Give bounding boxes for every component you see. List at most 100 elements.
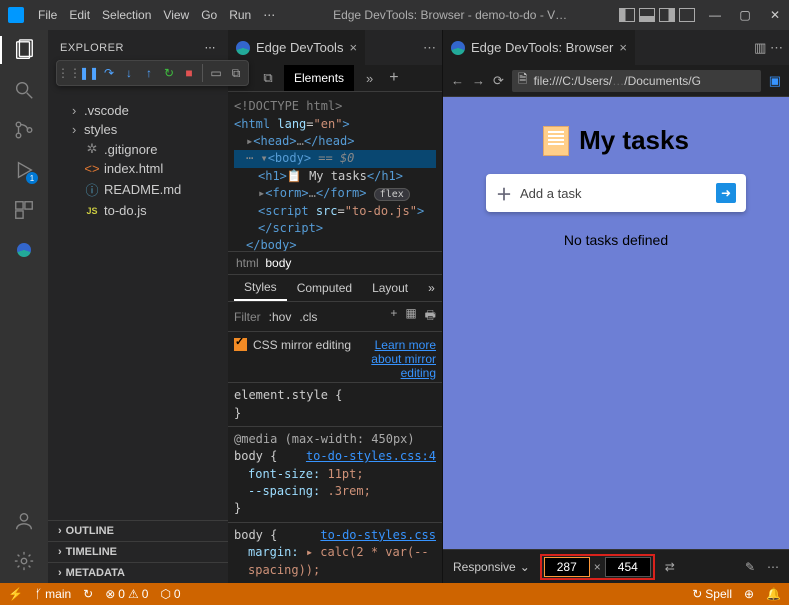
close-icon[interactable]: × xyxy=(349,40,357,55)
spell-indicator[interactable]: ↻ Spell xyxy=(692,587,732,601)
layout-controls[interactable] xyxy=(619,8,695,22)
color-picker-icon[interactable]: ✎ xyxy=(745,560,755,574)
debug-stop-icon[interactable]: ■ xyxy=(180,64,198,82)
file-readme[interactable]: ⓘREADME.md xyxy=(52,178,224,201)
file-index-html[interactable]: <>index.html xyxy=(52,159,224,178)
file-gitignore[interactable]: ✲.gitignore xyxy=(52,139,224,159)
source-link[interactable]: to-do-styles.css xyxy=(320,527,436,544)
mirror-label: CSS mirror editing xyxy=(253,338,351,352)
flexbox-icon[interactable]: ▦ xyxy=(405,306,416,327)
debug-step-out-icon[interactable]: ↑ xyxy=(140,64,158,82)
extensions-icon[interactable] xyxy=(12,198,36,222)
account-icon[interactable] xyxy=(12,509,36,533)
source-control-icon[interactable] xyxy=(12,118,36,142)
section-timeline[interactable]: ›TIMELINE xyxy=(48,541,228,562)
rotate-icon[interactable]: ⇄ xyxy=(665,560,675,574)
url-bar[interactable]: 🗎 file:///C:/Users/…/Documents/G xyxy=(512,70,761,92)
menu-file[interactable]: File xyxy=(32,8,63,22)
toolbar-more-icon[interactable]: ⋯ xyxy=(767,560,779,574)
edge-tab-icon xyxy=(451,41,465,55)
tab-overflow-icon[interactable]: ⋯ xyxy=(423,40,442,56)
mirror-checkbox[interactable] xyxy=(234,338,247,351)
filter-label[interactable]: Filter xyxy=(234,310,261,324)
folder-styles[interactable]: ›styles xyxy=(52,120,224,139)
explorer-more-icon[interactable]: ⋯ xyxy=(205,41,217,54)
css-body-rule[interactable]: body {to-do-styles.css margin: ▸ calc(2 … xyxy=(228,522,442,583)
layout-icon[interactable] xyxy=(639,8,655,22)
debug-toolbar[interactable]: ⋮⋮ ❚❚ ↷ ↓ ↑ ↻ ■ ▭ ⧉ xyxy=(56,60,249,86)
section-outline[interactable]: ›OUTLINE xyxy=(48,520,228,541)
back-icon[interactable]: ← xyxy=(451,73,464,88)
menu-selection[interactable]: Selection xyxy=(96,8,157,22)
clipboard-icon xyxy=(543,126,569,156)
debug-inspect-icon[interactable]: ▭ xyxy=(207,64,225,82)
open-devtools-icon[interactable]: ▣ xyxy=(769,73,781,89)
forward-icon[interactable]: → xyxy=(472,73,485,88)
run-debug-icon[interactable]: 1 xyxy=(12,158,36,182)
settings-icon[interactable] xyxy=(12,549,36,573)
debug-screencast-icon[interactable]: ⧉ xyxy=(227,64,245,82)
debug-drag-icon[interactable]: ⋮⋮ xyxy=(60,64,78,82)
empty-state: No tasks defined xyxy=(564,232,668,248)
tab-layout[interactable]: Layout xyxy=(362,275,418,301)
page-heading: My tasks xyxy=(543,125,689,156)
hov-toggle[interactable]: :hov xyxy=(269,310,292,324)
menu-run[interactable]: Run xyxy=(223,8,257,22)
reload-icon[interactable]: ⟳ xyxy=(493,73,504,89)
elements-tab[interactable]: Elements xyxy=(284,65,354,91)
source-link[interactable]: to-do-styles.css:4 xyxy=(306,448,436,465)
layout-icon[interactable] xyxy=(679,8,695,22)
add-task-placeholder: Add a task xyxy=(520,186,581,201)
tab-styles[interactable]: Styles xyxy=(234,275,287,301)
branch-indicator[interactable]: ᚶ main xyxy=(35,587,71,601)
mirror-link[interactable]: Learn more about mirror editing xyxy=(371,338,436,380)
layout-icon[interactable] xyxy=(659,8,675,22)
tab-computed[interactable]: Computed xyxy=(287,275,362,301)
close-icon[interactable]: × xyxy=(619,40,627,55)
dom-tree[interactable]: <!DOCTYPE html> <html lang="en"> ▸<head>… xyxy=(228,92,442,251)
breadcrumb[interactable]: html body xyxy=(228,251,442,274)
menu-go[interactable]: Go xyxy=(195,8,223,22)
height-input[interactable] xyxy=(605,557,651,577)
file-todo-js[interactable]: JSto-do.js xyxy=(52,201,224,220)
layout-icon[interactable] xyxy=(619,8,635,22)
debug-restart-icon[interactable]: ↻ xyxy=(160,64,178,82)
edge-icon[interactable] xyxy=(12,238,36,262)
explorer-icon[interactable] xyxy=(12,38,36,62)
menu-overflow[interactable]: ⋯ xyxy=(257,8,281,22)
bell-icon[interactable]: 🔔 xyxy=(766,587,781,601)
device-icon[interactable]: ⧉ xyxy=(258,68,278,88)
css-element-style[interactable]: element.style { } xyxy=(228,382,442,426)
sync-icon[interactable]: ↻ xyxy=(83,587,93,601)
css-media-rule[interactable]: @media (max-width: 450px) body {to-do-st… xyxy=(228,426,442,522)
styles-more-icon[interactable]: » xyxy=(418,275,445,301)
window-maximize[interactable]: ▢ xyxy=(739,8,751,22)
feedback-icon[interactable]: ⊕ xyxy=(744,587,754,601)
window-close[interactable]: ✕ xyxy=(769,8,781,22)
split-icon[interactable]: ▥ ⋯ xyxy=(754,40,789,56)
debug-port[interactable]: ⬡ 0 xyxy=(160,587,180,601)
tab-edge-devtools[interactable]: Edge DevTools × xyxy=(228,30,366,65)
debug-step-into-icon[interactable]: ↓ xyxy=(120,64,138,82)
remote-icon[interactable]: ⚡ xyxy=(8,587,23,601)
tabs-more-icon[interactable]: » xyxy=(360,71,379,86)
problems-indicator[interactable]: ⊗ 0 ⚠ 0 xyxy=(105,587,148,601)
tab-browser[interactable]: Edge DevTools: Browser × xyxy=(443,30,636,65)
add-task-input[interactable]: ＋ Add a task ➜ xyxy=(486,174,746,212)
debug-step-over-icon[interactable]: ↷ xyxy=(100,64,118,82)
width-input[interactable] xyxy=(544,557,590,577)
cls-toggle[interactable]: .cls xyxy=(299,310,317,324)
search-icon[interactable] xyxy=(12,78,36,102)
window-minimize[interactable]: — xyxy=(709,8,721,22)
add-tab-icon[interactable]: + xyxy=(389,69,398,87)
folder-vscode[interactable]: ›.vscode xyxy=(52,101,224,120)
device-select[interactable]: Responsive⌄ xyxy=(453,560,530,574)
print-icon[interactable]: 🖶 xyxy=(425,306,436,327)
menu-view[interactable]: View xyxy=(157,8,195,22)
submit-icon[interactable]: ➜ xyxy=(716,183,736,203)
new-rule-icon[interactable]: + xyxy=(390,306,397,327)
menu-edit[interactable]: Edit xyxy=(63,8,96,22)
section-metadata[interactable]: ›METADATA xyxy=(48,562,228,583)
doctype[interactable]: <!DOCTYPE html> xyxy=(234,98,436,115)
debug-pause-icon[interactable]: ❚❚ xyxy=(80,64,98,82)
